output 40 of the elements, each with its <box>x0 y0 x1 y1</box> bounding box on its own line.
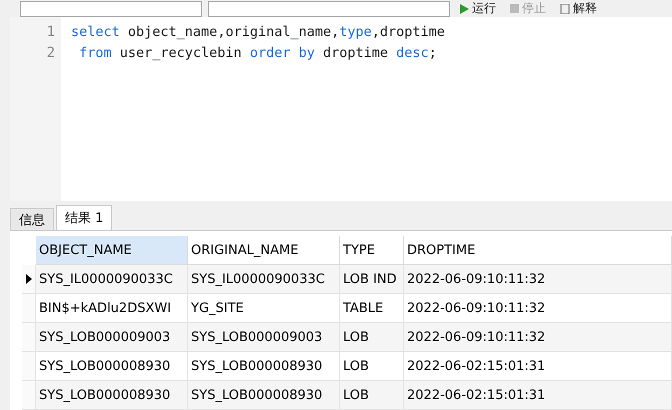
table-cell: SYS_LOB000009003 <box>36 323 188 352</box>
column-header[interactable]: ORIGINAL_NAME <box>188 236 340 265</box>
document-icon <box>560 4 570 14</box>
table-cell: LOB <box>340 352 404 381</box>
dropdown-field[interactable] <box>208 0 450 16</box>
table-cell: SYS_IL0000090033C <box>188 265 340 294</box>
column-header[interactable]: OBJECT_NAME <box>36 236 188 265</box>
table-cell: LOB <box>340 381 404 410</box>
table-cell: 2022-06-09:10:11:32 <box>404 294 672 323</box>
row-pointer-icon <box>26 274 32 284</box>
table-cell: 2022-06-02:15:01:31 <box>404 381 672 410</box>
result-tab[interactable]: 结果 1 <box>56 205 112 230</box>
line-number: 1 <box>46 23 55 42</box>
code-line: from user_recyclebin order by droptime desc; <box>78 44 438 63</box>
code-line: select object_name,original_name,type,droptime <box>71 23 445 42</box>
line-number: 2 <box>46 44 55 63</box>
table-cell: 2022-06-09:10:11:32 <box>404 265 672 294</box>
sql-editor[interactable]: 1 2 select object_name,original_name,type,droptime from user_recyclebin order by droptime desc; <box>10 17 672 201</box>
table-cell: 2022-06-02:15:01:31 <box>404 352 672 381</box>
table-cell: SYS_LOB000008930 <box>36 352 188 381</box>
table-cell: BIN$+kADlu2DSXWI <box>36 294 188 323</box>
column-header[interactable]: TYPE <box>340 236 404 265</box>
table-cell: LOB IND <box>340 265 404 294</box>
toolbar-button[interactable]: 解释 <box>556 0 601 17</box>
result-tab[interactable]: 信息 <box>10 208 54 230</box>
table-cell: YG_SITE <box>188 294 340 323</box>
table-cell: SYS_LOB000008930 <box>36 381 188 410</box>
row-selector[interactable] <box>22 265 36 294</box>
table-cell: 2022-06-09:10:11:32 <box>404 323 672 352</box>
dropdown-field[interactable] <box>20 0 202 16</box>
column-header[interactable]: DROPTIME <box>404 236 672 265</box>
table-cell: SYS_IL0000090033C <box>36 265 188 294</box>
play-icon <box>460 4 469 14</box>
toolbar-button[interactable]: 运行 <box>456 0 500 17</box>
table-cell: TABLE <box>340 294 404 323</box>
table-cell: SYS_LOB000008930 <box>188 352 340 381</box>
table-cell: LOB <box>340 323 404 352</box>
table-cell: SYS_LOB000008930 <box>188 381 340 410</box>
table-cell: SYS_LOB000009003 <box>188 323 340 352</box>
stop-icon <box>510 4 519 13</box>
